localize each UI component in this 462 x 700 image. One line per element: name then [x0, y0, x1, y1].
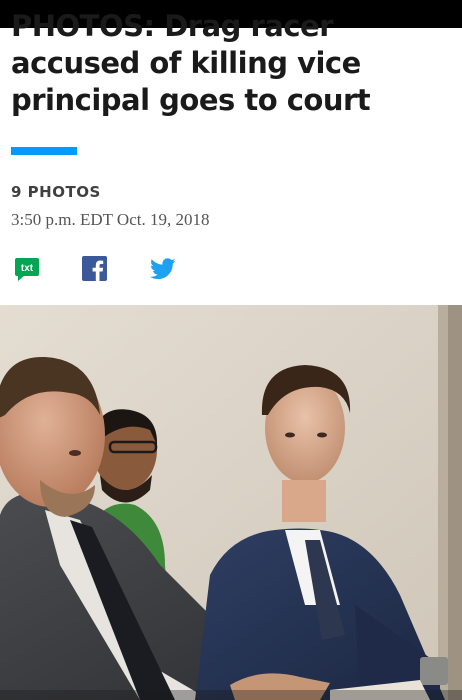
facebook-icon [82, 256, 107, 281]
gallery-photo[interactable] [0, 305, 462, 700]
twitter-icon [149, 258, 176, 280]
publish-timestamp: 3:50 p.m. EDT Oct. 19, 2018 [11, 210, 210, 229]
facebook-share-button[interactable] [82, 256, 107, 281]
share-bar: txt [0, 252, 462, 286]
sms-share-label: txt [21, 263, 34, 274]
twitter-share-button[interactable] [149, 258, 176, 280]
text-share-button[interactable]: txt [14, 256, 40, 282]
photo-count-label: 9 PHOTOS [11, 183, 101, 201]
sms-share-icon: txt [15, 258, 39, 281]
courtroom-photo [0, 305, 462, 700]
headline-accent-bar [11, 147, 77, 155]
article-headline: PHOTOS: Drag racer accused of killing vi… [11, 9, 371, 117]
